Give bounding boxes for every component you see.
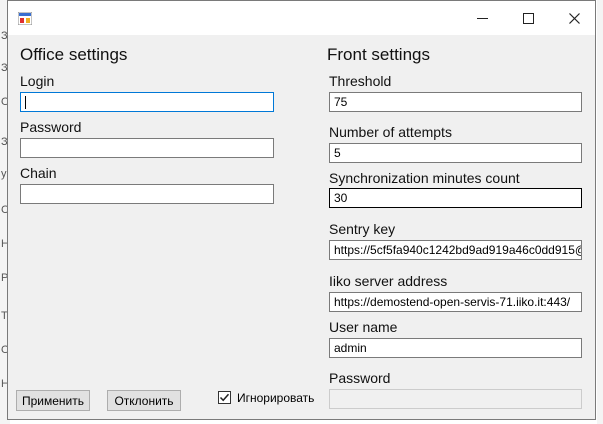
settings-dialog: Office settings Login Password Chain Fro…	[7, 0, 596, 420]
apply-button[interactable]: Применить	[16, 390, 90, 411]
threshold-input[interactable]: 75	[329, 92, 582, 112]
ignore-checkbox[interactable]	[218, 391, 231, 404]
maximize-icon	[522, 12, 534, 24]
background-window-edge-right	[597, 0, 603, 424]
minimize-icon	[476, 17, 488, 19]
sentry-key-label: Sentry key	[329, 221, 396, 237]
chain-label: Chain	[20, 165, 57, 181]
chain-input[interactable]	[20, 184, 274, 204]
sentry-key-input[interactable]: https://5cf5fa940c1242bd9ad919a46c0dd915…	[329, 240, 582, 260]
sync-minutes-label: Synchronization minutes count	[329, 170, 520, 186]
checkmark-icon	[219, 393, 230, 402]
user-name-label: User name	[329, 319, 398, 335]
office-password-label: Password	[20, 119, 82, 135]
app-icon	[18, 12, 32, 25]
attempts-label: Number of attempts	[329, 124, 452, 140]
front-password-label: Password	[329, 370, 391, 386]
close-icon	[568, 12, 580, 24]
title-bar[interactable]	[8, 1, 595, 35]
front-password-input[interactable]	[329, 389, 582, 409]
reject-button[interactable]: Отклонить	[107, 390, 181, 411]
user-name-input[interactable]: admin	[329, 338, 582, 358]
login-input[interactable]	[20, 92, 274, 112]
sync-minutes-input[interactable]: 30	[329, 188, 582, 208]
login-label: Login	[20, 73, 55, 89]
front-settings-heading: Front settings	[327, 45, 430, 64]
server-address-input[interactable]: https://demostend-open-servis-71.iiko.it…	[329, 292, 582, 312]
close-button[interactable]	[551, 1, 597, 35]
minimize-button[interactable]	[459, 1, 505, 35]
office-settings-heading: Office settings	[20, 45, 128, 64]
attempts-input[interactable]: 5	[329, 143, 582, 163]
maximize-button[interactable]	[505, 1, 551, 35]
office-password-input[interactable]	[20, 138, 274, 158]
ignore-checkbox-label[interactable]: Игнорировать	[237, 391, 314, 405]
server-address-label: Iiko server address	[329, 273, 448, 289]
text-caret	[25, 96, 26, 109]
threshold-label: Threshold	[329, 73, 392, 89]
